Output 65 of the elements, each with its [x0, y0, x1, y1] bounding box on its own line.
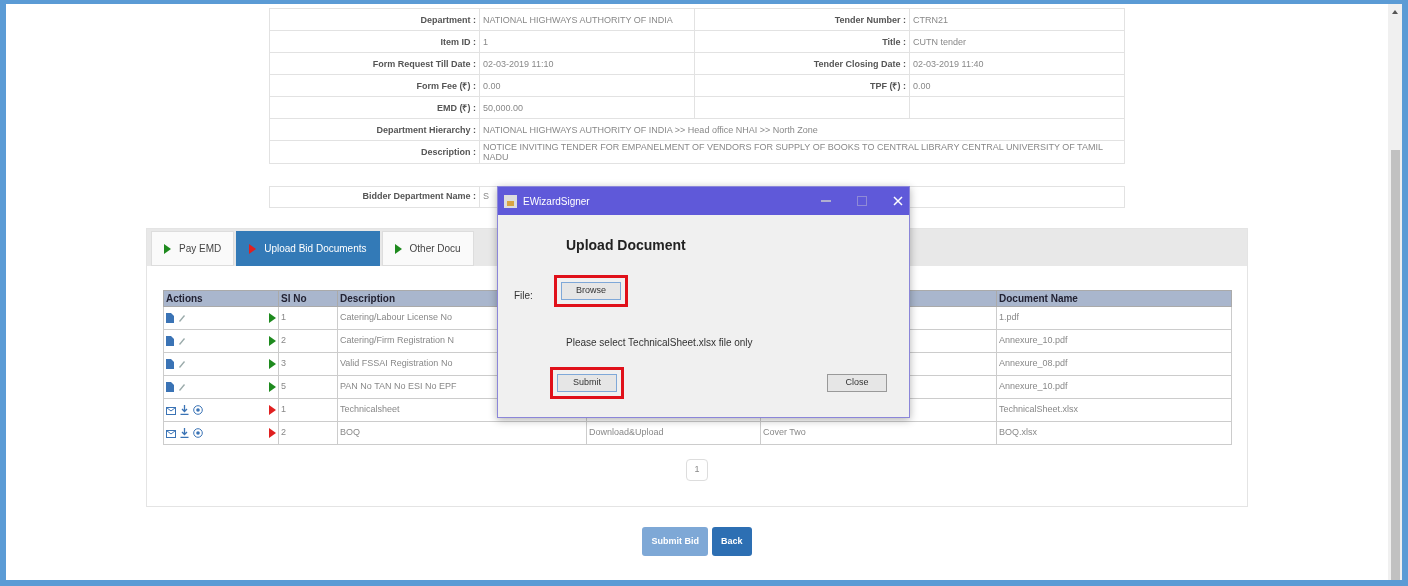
app-icon [504, 194, 517, 208]
table-cell: 2 [278, 421, 338, 445]
field-label: Description : [269, 140, 480, 164]
field-value: NATIONAL HIGHWAYS AUTHORITY OF INDIA [479, 8, 695, 31]
table-cell: BOQ.xlsx [996, 421, 1232, 445]
table-cell: 1 [278, 306, 338, 330]
table-cell: Cover Two [760, 421, 997, 445]
table-cell: 1.pdf [996, 306, 1232, 330]
browse-button[interactable]: Browse [561, 282, 621, 300]
table-cell: Annexure_10.pdf [996, 375, 1232, 399]
field-label: Bidder Department Name : [269, 186, 480, 208]
table-cell: TechnicalSheet.xlsx [996, 398, 1232, 422]
field-value: CUTN tender [909, 30, 1125, 53]
close-button[interactable]: Close [827, 374, 887, 392]
field-value: CTRN21 [909, 8, 1125, 31]
column-header: Sl No [278, 290, 338, 307]
field-label: File: [514, 289, 533, 303]
tab[interactable]: Pay EMD [151, 231, 235, 266]
dialog-heading: Upload Document [566, 236, 686, 255]
table-cell: Annexure_10.pdf [996, 329, 1232, 353]
table-cell: 5 [278, 375, 338, 399]
mail-icon[interactable] [166, 405, 176, 415]
column-header: Document Name [996, 290, 1232, 307]
field-value: NATIONAL HIGHWAYS AUTHORITY OF INDIA >> Head office NHAI >> North Zone [479, 118, 1125, 141]
field-value: NOTICE INVITING TENDER FOR EMPANELMENT OF VENDORS FOR SUPPLY OF BOOKS TO CENTRAL LIBRARY CENTRAL UNIVERSITY OF TAMIL NADU [479, 140, 1125, 164]
field-label: Tender Closing Date : [694, 52, 910, 75]
field-label: TPF (₹) : [694, 74, 910, 97]
view-icon[interactable] [193, 405, 203, 415]
field-value: 1 [479, 30, 695, 53]
scrollbar[interactable] [1388, 4, 1402, 580]
field-label: Department : [269, 8, 480, 31]
column-header: Actions [163, 290, 279, 307]
field-label: Form Request Till Date : [269, 52, 480, 75]
field-label: Tender Number : [694, 8, 910, 31]
download-icon[interactable] [180, 405, 189, 415]
field-label: Title : [694, 30, 910, 53]
file-icon[interactable] [166, 336, 174, 346]
tab[interactable]: Other Docu [381, 231, 474, 266]
close-icon[interactable] [893, 196, 903, 206]
field-label: Item ID : [269, 30, 480, 53]
table-cell: 2 [278, 329, 338, 353]
table-cell: Annexure_08.pdf [996, 352, 1232, 376]
field-label: Department Hierarchy : [269, 118, 480, 141]
field-value: 0.00 [479, 74, 695, 97]
back-button[interactable]: Back [712, 527, 752, 556]
field-value: 0.00 [909, 74, 1125, 97]
table-cell: 3 [278, 352, 338, 376]
submit-button[interactable]: Submit [557, 374, 617, 392]
table-cell: Download&Upload [586, 421, 761, 445]
field-label: Form Fee (₹) : [269, 74, 480, 97]
file-icon[interactable] [166, 359, 174, 369]
download-icon[interactable] [180, 428, 189, 438]
field-label: EMD (₹) : [269, 96, 480, 119]
table-cell: 1 [278, 398, 338, 422]
field-value: 02-03-2019 11:40 [909, 52, 1125, 75]
mail-icon[interactable] [166, 428, 176, 438]
field-value: 02-03-2019 11:10 [479, 52, 695, 75]
page-button[interactable]: 1 [686, 459, 708, 481]
file-icon[interactable] [166, 313, 174, 323]
file-icon[interactable] [166, 382, 174, 392]
tab[interactable]: Upload Bid Documents [236, 231, 380, 266]
window-title: EWizardSigner [523, 194, 590, 209]
view-icon[interactable] [193, 428, 203, 438]
table-cell: BOQ [337, 421, 587, 445]
field-value: 50,000.00 [479, 96, 695, 119]
